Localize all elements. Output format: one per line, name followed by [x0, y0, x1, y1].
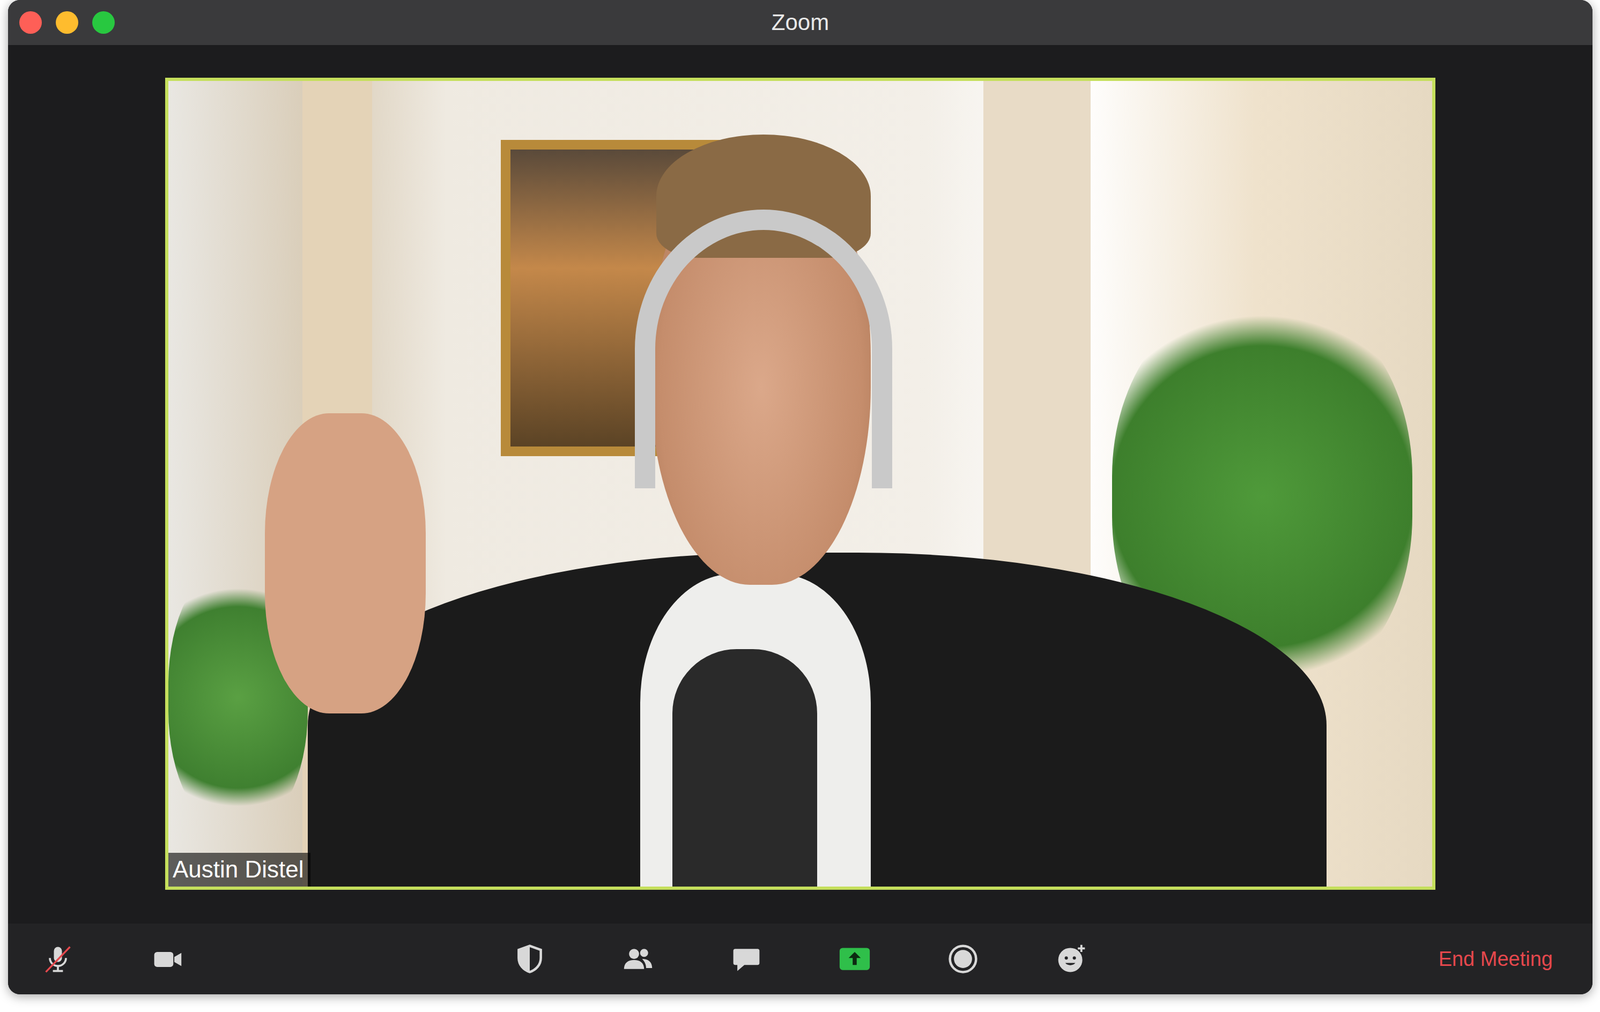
window-controls: [8, 11, 115, 34]
video-camera-icon[interactable]: [151, 943, 184, 976]
video-tile: Austin Distel: [165, 77, 1436, 891]
end-meeting-button[interactable]: End Meeting: [1436, 943, 1555, 976]
end-controls: End Meeting: [1087, 943, 1594, 976]
microphone-icon[interactable]: [41, 943, 74, 976]
microphone: [672, 649, 818, 887]
reactions-icon[interactable]: [1055, 943, 1088, 976]
close-button[interactable]: [19, 11, 42, 34]
audio-video-controls: [8, 943, 514, 976]
participant-name: Austin Distel: [168, 853, 311, 887]
meeting-toolbar: End Meeting: [8, 923, 1593, 995]
participants-icon[interactable]: [621, 943, 655, 976]
chat-icon[interactable]: [730, 943, 763, 976]
security-shield-icon[interactable]: [513, 943, 546, 976]
zoom-button[interactable]: [92, 11, 115, 34]
window-title: Zoom: [8, 9, 1593, 36]
person-hair: [656, 134, 871, 258]
share-screen-icon[interactable]: [838, 943, 871, 976]
meeting-area: Austin Distel: [8, 45, 1593, 924]
minimize-button[interactable]: [55, 11, 79, 34]
hand: [264, 413, 426, 714]
title-bar: Zoom: [8, 0, 1593, 46]
meeting-controls: [513, 943, 1088, 976]
headphones: [634, 209, 893, 489]
record-icon[interactable]: [946, 943, 980, 976]
zoom-window: Zoom Austin Distel End Meeting: [8, 0, 1593, 995]
